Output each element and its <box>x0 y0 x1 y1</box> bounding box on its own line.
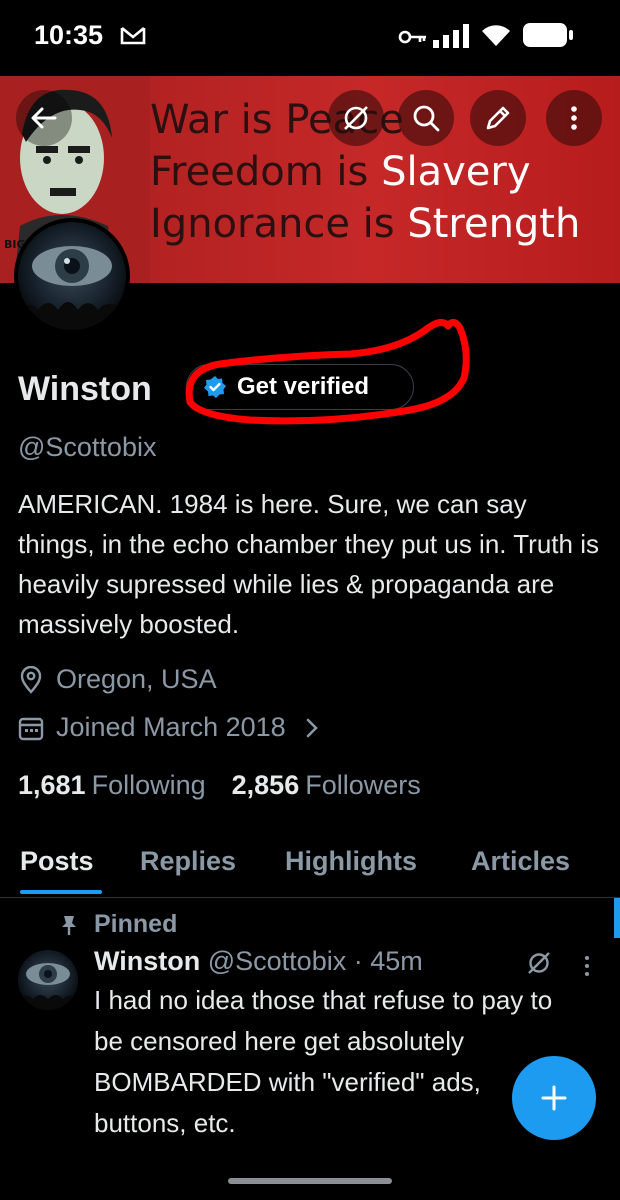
tab-highlights[interactable]: Highlights <box>285 846 417 877</box>
tab-articles[interactable]: Articles <box>471 846 570 877</box>
plus-icon <box>541 1085 567 1111</box>
edit-icon <box>486 106 510 130</box>
status-time: 10:35 <box>34 20 104 50</box>
status-bar: 10:35 <box>0 0 620 76</box>
tab-replies[interactable]: Replies <box>140 846 236 877</box>
followers-count: 2,856 <box>231 770 300 800</box>
profile-handle: @Scottobix <box>18 432 157 462</box>
edit-profile-button[interactable] <box>470 90 526 146</box>
pin-icon <box>62 915 76 935</box>
banner-line-2: Freedom is Slavery <box>150 149 531 195</box>
followers-link[interactable]: 2,856 Followers <box>232 770 421 801</box>
joined-text: Joined March 2018 <box>56 712 286 742</box>
tab-posts[interactable]: Posts <box>20 846 94 877</box>
banner-line-3: Ignorance is Strength <box>150 201 581 247</box>
chevron-right-icon <box>306 718 318 737</box>
home-indicator[interactable] <box>228 1178 392 1184</box>
eye-avatar-image <box>18 246 126 330</box>
tweet-author-name[interactable]: Winston <box>94 946 200 976</box>
scrollbar[interactable] <box>614 898 620 938</box>
follow-counts: 1,681 Following 2,856 Followers <box>18 770 447 801</box>
grok-icon[interactable] <box>526 950 552 976</box>
compose-post-button[interactable] <box>512 1056 596 1140</box>
get-verified-button[interactable]: Get verified <box>186 364 414 410</box>
followers-label: Followers <box>305 770 421 800</box>
location-icon <box>20 665 42 694</box>
key-icon <box>398 30 426 44</box>
battery-icon <box>523 23 573 47</box>
profile-avatar[interactable] <box>14 218 130 334</box>
eye-avatar-image <box>18 963 78 1010</box>
back-button[interactable] <box>16 90 72 146</box>
gmail-icon <box>120 26 146 45</box>
location-text: Oregon, USA <box>56 664 217 694</box>
more-options-button[interactable] <box>546 90 602 146</box>
search-icon <box>413 105 440 132</box>
active-tab-indicator <box>20 890 102 894</box>
tweet-avatar[interactable] <box>18 950 78 1010</box>
profile-tabs: Posts Replies Highlights Articles <box>0 836 620 898</box>
get-verified-label: Get verified <box>237 373 370 400</box>
calendar-icon <box>18 717 44 740</box>
tweet-handle-time: @Scottobix · 45m <box>207 946 423 976</box>
profile-name: Winston <box>18 370 152 408</box>
tweet-text: I had no idea those that refuse to pay t… <box>94 985 553 1138</box>
more-icon <box>571 106 577 130</box>
profile-bio: AMERICAN. 1984 is here. Sure, we can say… <box>18 489 599 639</box>
wifi-icon <box>482 25 510 46</box>
pinned-label: Pinned <box>94 910 178 938</box>
profile-joined[interactable]: Joined March 2018 <box>18 712 324 743</box>
grok-icon <box>344 106 368 130</box>
back-arrow-icon <box>31 107 57 129</box>
tweet-more-icon[interactable] <box>582 954 592 978</box>
search-button[interactable] <box>398 90 454 146</box>
following-link[interactable]: 1,681 Following <box>18 770 206 801</box>
signal-icon <box>433 24 469 48</box>
grok-button[interactable] <box>328 90 384 146</box>
profile-location: Oregon, USA <box>18 664 217 695</box>
following-count: 1,681 <box>18 770 86 800</box>
tweet-header: Winston @Scottobix · 45m <box>94 946 423 977</box>
verified-badge-icon <box>204 376 226 398</box>
following-label: Following <box>91 770 206 800</box>
pinned-label-row: Pinned <box>58 910 177 939</box>
